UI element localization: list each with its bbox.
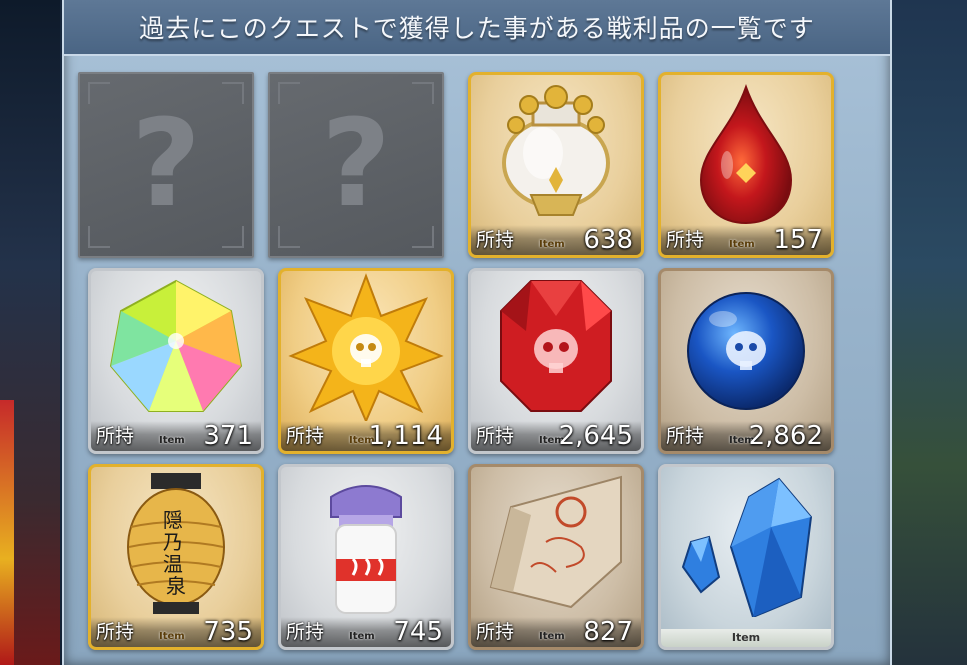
owned-count: 745 [393,617,443,647]
lantern-char-3: 温 [163,552,183,576]
item-slot-gold-skull-star[interactable]: 所持 Item 1,114 [278,268,454,454]
owned-label: 所持 [286,621,325,643]
owned-label: 所持 [476,229,515,251]
item-slot-rainbow-gem[interactable]: 所持 Item 371 [88,268,264,454]
owned-label: 所持 [476,425,515,447]
item-slot-milk-bottle[interactable]: 所持 Item 745 [278,464,454,650]
question-mark-icon: ? [321,95,391,234]
owned-label: 所持 [286,425,325,447]
item-slot-paper-lantern[interactable]: 隠 乃 温 泉 所持 Item 735 [88,464,264,650]
item-tag: Item [159,435,185,446]
gold-skull-star-icon [288,273,444,421]
owned-count: 2,645 [558,421,633,451]
owned-count: 735 [203,617,253,647]
item-tag: Item [729,239,755,250]
panel-title: 過去にこのクエストで獲得した事がある戦利品の一覧です [139,14,815,43]
item-slot-blue-crystal[interactable]: Item [658,464,834,650]
item-tag: Item [159,631,185,642]
owned-label: 所持 [476,621,515,643]
background-right [887,0,967,665]
panel-header: 過去にこのクエストで獲得した事がある戦利品の一覧です [64,0,890,56]
lantern-char-1: 隠 [163,508,183,532]
lantern-char-2: 乃 [163,530,183,554]
item-slot-red-skull-gem[interactable]: 所持 Item 2,645 [468,268,644,454]
red-drop-icon [699,83,793,225]
item-slot-white-vase[interactable]: 所持 Item 638 [468,72,644,258]
item-slot-red-drop[interactable]: 所持 Item 157 [658,72,834,258]
item-slot-blue-skull-orb[interactable]: 所持 Item 2,862 [658,268,834,454]
item-tag: Item [539,239,565,250]
item-tag: Item [539,631,565,642]
rainbow-gem-icon [109,279,243,412]
paper-lantern-icon: 隠 乃 温 泉 [127,473,225,614]
owned-count: 2,862 [748,421,823,451]
white-vase-icon [502,85,610,216]
item-slot-scroll-cloth[interactable]: 所持 Item 827 [468,464,644,650]
owned-count: 638 [583,225,633,255]
blue-crystal-icon [681,477,813,617]
owned-label: 所持 [96,425,135,447]
question-mark-icon: ? [131,95,201,234]
unknown-item-slot[interactable]: ? [268,72,444,258]
background-left [0,0,60,665]
blue-skull-orb-icon [687,292,805,410]
owned-count: 371 [203,421,253,451]
background-stripe [0,400,14,665]
owned-count: 157 [773,225,823,255]
item-tag: Item [661,629,831,647]
scroll-cloth-icon [489,475,622,609]
lantern-text: 隠 乃 温 泉 [163,508,189,598]
red-skull-gem-icon [500,280,612,412]
unknown-item-slot[interactable]: ? [78,72,254,258]
owned-count: 1,114 [368,421,443,451]
item-tag: Item [349,631,375,642]
milk-bottle-icon [330,485,402,614]
drop-list-panel: 過去にこのクエストで獲得した事がある戦利品の一覧です ? ? 所持 Item 6… [62,0,892,665]
lantern-char-4: 泉 [166,574,186,598]
owned-label: 所持 [666,229,705,251]
owned-label: 所持 [96,621,135,643]
owned-count: 827 [583,617,633,647]
item-grid: ? ? 所持 Item 638 所持 Item 157 所持 Item 371 … [78,72,878,652]
owned-label: 所持 [666,425,705,447]
